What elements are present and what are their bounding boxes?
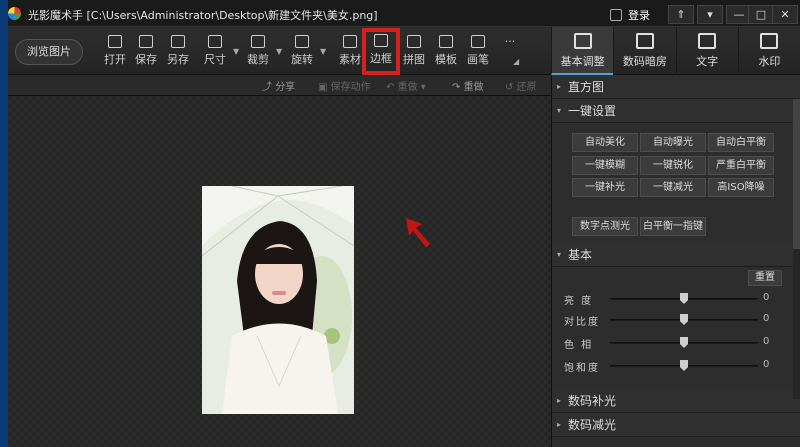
photo-illustration xyxy=(202,186,354,414)
preset-button[interactable]: 高ISO降噪 xyxy=(708,178,774,197)
chevron-down-icon: ▾ xyxy=(557,106,562,115)
digital-fill-light-header[interactable]: ▸ 数码补光 xyxy=(552,389,800,413)
adjust-icon xyxy=(573,33,592,49)
basic-adjust-controls: 重置 亮 度0 对比度 0 色 相0 饱和度 0 xyxy=(552,267,800,389)
template-button[interactable]: 模板 xyxy=(428,31,464,71)
skin-button[interactable]: ⇑ xyxy=(668,5,694,24)
template-icon xyxy=(439,35,453,48)
slider-knob[interactable] xyxy=(680,293,688,304)
app-window: 光影魔术手 [C:\Users\Administrator\Desktop\新建… xyxy=(0,0,800,447)
panel-tabs: 基本调整 数码暗房 文字 水印 xyxy=(551,27,800,75)
text-icon xyxy=(698,33,717,49)
digital-reduce-light-header[interactable]: ▸ 数码减光 xyxy=(552,413,800,437)
preset-grid: 自动美化 自动曝光 自动白平衡 一键模糊 一键锐化 严重白平衡 一键补光 一键减… xyxy=(552,123,800,243)
login-button[interactable]: 登录 xyxy=(610,7,650,23)
camera-icon xyxy=(635,33,654,49)
action-bar: ⤴ 分享 ▣ 保存动作 ↶ 重做 ▾ ↷ 重做 ↺ 还原 xyxy=(0,75,551,96)
contrast-slider[interactable]: 对比度 0 xyxy=(552,312,800,328)
preset-button[interactable]: 一键模糊 xyxy=(572,156,638,175)
slider-knob[interactable] xyxy=(680,314,688,325)
material-icon xyxy=(343,35,357,48)
rotate-button[interactable]: 旋转 xyxy=(284,31,320,71)
collage-button[interactable]: 拼图 xyxy=(396,31,432,71)
brush-icon xyxy=(471,35,485,48)
rotate-dropdown-icon[interactable]: ▼ xyxy=(320,47,326,56)
redo-button[interactable]: ↷ 重做 xyxy=(452,78,484,93)
preset-button[interactable]: 严重白平衡 xyxy=(708,156,774,175)
save-action-button[interactable]: ▣ 保存动作 xyxy=(318,78,371,93)
menu-button[interactable]: ▾ xyxy=(697,5,723,24)
basic-section-header[interactable]: ▾ 基本 xyxy=(552,243,800,267)
preset-button[interactable]: 一键减光 xyxy=(640,178,706,197)
tab-basic-adjust[interactable]: 基本调整 xyxy=(551,27,614,75)
user-icon xyxy=(610,9,622,21)
preset-button[interactable]: 自动美化 xyxy=(572,133,638,152)
chevron-right-icon: ▸ xyxy=(557,82,562,91)
preset-button[interactable]: 自动白平衡 xyxy=(708,133,774,152)
slider-knob[interactable] xyxy=(680,337,688,348)
preset-button[interactable]: 一键锐化 xyxy=(640,156,706,175)
resize-button[interactable]: 尺寸 xyxy=(197,31,233,71)
tab-text[interactable]: 文字 xyxy=(675,27,738,75)
save-as-icon xyxy=(171,35,185,48)
reset-button[interactable]: 重置 xyxy=(748,270,782,286)
crop-icon xyxy=(251,35,265,48)
image-canvas[interactable] xyxy=(8,96,551,447)
more-tools-button[interactable]: ··· xyxy=(492,31,528,71)
chevron-down-icon: ▾ xyxy=(557,250,562,259)
tab-watermark[interactable]: 水印 xyxy=(737,27,800,75)
adjust-panel: ▸ 直方图 ▾ 一键设置 自动美化 自动曝光 自动白平衡 一键模糊 一键锐化 严重白… xyxy=(551,75,800,447)
panel-scrollbar[interactable] xyxy=(793,99,800,399)
open-icon xyxy=(108,35,122,48)
saturation-slider[interactable]: 饱和度 0 xyxy=(552,358,800,374)
hue-slider[interactable]: 色 相0 xyxy=(552,335,800,351)
brightness-slider[interactable]: 亮 度0 xyxy=(552,291,800,307)
pointer-arrow-icon xyxy=(406,218,430,247)
undo-button[interactable]: ↶ 重做 ▾ xyxy=(386,78,426,93)
tab-digital-darkroom[interactable]: 数码暗房 xyxy=(613,27,675,75)
chevron-right-icon: ▸ xyxy=(557,396,562,405)
photo-preview xyxy=(202,186,354,414)
browse-images-button[interactable]: 浏览图片 xyxy=(15,39,83,65)
close-button[interactable]: ✕ xyxy=(772,5,798,24)
border-icon xyxy=(374,34,388,47)
scrollbar-thumb[interactable] xyxy=(793,99,800,249)
brush-button[interactable]: 画笔 xyxy=(460,31,496,71)
preset-button[interactable]: 白平衡一指键 xyxy=(640,217,706,236)
toolbar-expand-icon[interactable]: ◢ xyxy=(513,57,519,66)
border-button[interactable]: 边框 xyxy=(362,28,400,75)
histogram-section-header[interactable]: ▸ 直方图 xyxy=(552,75,800,99)
restore-button[interactable]: ↺ 还原 xyxy=(505,78,537,93)
title-bar: 光影魔术手 [C:\Users\Administrator\Desktop\新建… xyxy=(0,0,800,27)
preset-button[interactable]: 数字点测光 xyxy=(572,217,638,236)
chevron-right-icon: ▸ xyxy=(557,420,562,429)
one-click-section-header[interactable]: ▾ 一键设置 xyxy=(552,99,800,123)
collage-icon xyxy=(407,35,421,48)
crop-button[interactable]: 裁剪 xyxy=(240,31,276,71)
share-button[interactable]: ⤴ 分享 xyxy=(262,78,295,93)
watermark-icon xyxy=(760,33,779,49)
desktop-strip xyxy=(0,0,8,447)
preset-button[interactable]: 一键补光 xyxy=(572,178,638,197)
crop-dropdown-icon[interactable]: ▼ xyxy=(276,47,282,56)
resize-dropdown-icon[interactable]: ▼ xyxy=(233,47,239,56)
preset-button[interactable]: 自动曝光 xyxy=(640,133,706,152)
save-icon xyxy=(139,35,153,48)
window-title: 光影魔术手 [C:\Users\Administrator\Desktop\新建… xyxy=(28,9,378,22)
resize-icon xyxy=(208,35,222,48)
maximize-button[interactable]: □ xyxy=(748,5,774,24)
slider-knob[interactable] xyxy=(680,360,688,371)
rotate-icon xyxy=(295,35,309,48)
save-button[interactable]: 保存 xyxy=(128,31,164,71)
save-as-button[interactable]: 另存 xyxy=(160,31,196,71)
app-logo-icon xyxy=(8,7,21,20)
